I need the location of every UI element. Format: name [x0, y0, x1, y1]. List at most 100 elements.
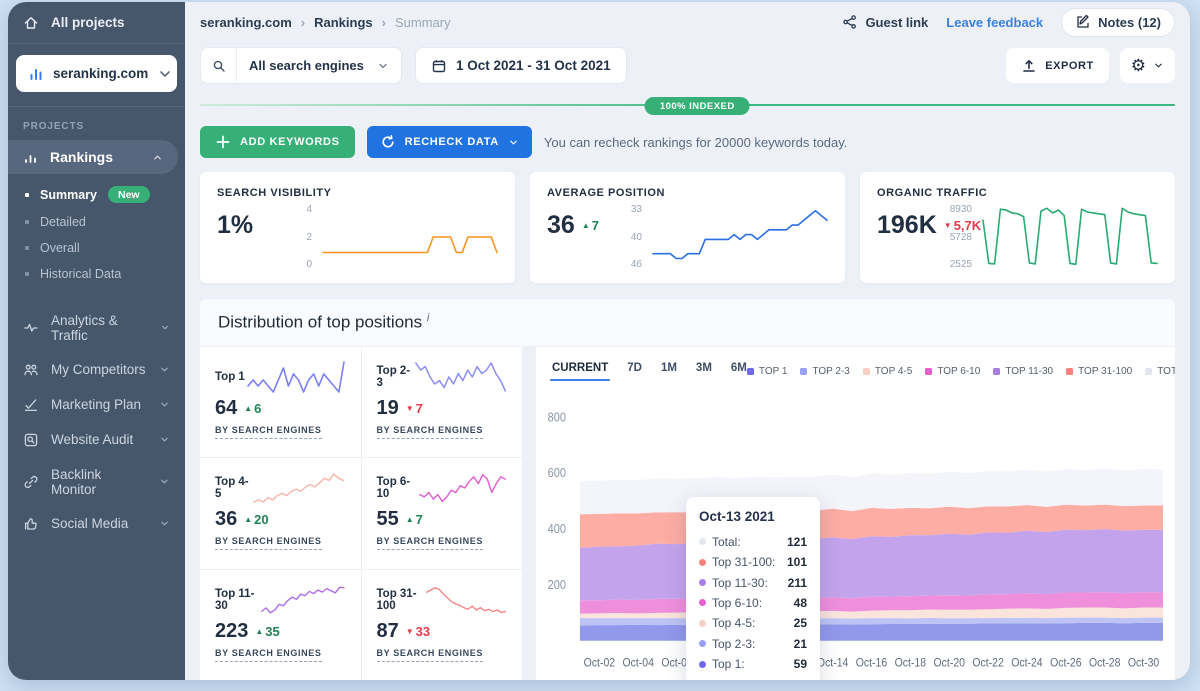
stacked-area-chart[interactable]: 200400600800Oct-02Oct-04Oct-06Oct-08Oct-… — [536, 387, 1175, 680]
chart-legend: TOP 1 TOP 2-3 TOP 4-5 TOP 6-10 TOP 11-30… — [747, 366, 1175, 377]
sidebar-subitem-summary[interactable]: Summary New — [8, 180, 185, 209]
sidebar-item-marketing-plan[interactable]: Marketing Plan — [8, 387, 185, 422]
tooltip-row-value: 21 — [794, 637, 807, 651]
metric-chart: 334046 — [615, 204, 829, 270]
chevron-down-icon — [159, 399, 170, 410]
bullet-icon — [25, 246, 29, 250]
sparkline — [414, 360, 507, 394]
sidebar: All projects seranking.com PROJECTS Rank… — [8, 2, 185, 680]
bullet-icon — [25, 272, 29, 276]
guest-link-button[interactable]: Guest link — [842, 14, 928, 30]
project-select[interactable]: seranking.com — [16, 55, 177, 92]
distribution-header: Distribution of top positions i — [200, 299, 1175, 347]
mini-card-top-11-30: Top 11-30 223 ▲35 BY SEARCH ENGINES — [200, 570, 362, 680]
sparkline — [321, 204, 499, 270]
tooltip-row: Top 2-3: 21 — [699, 634, 807, 654]
arrow-down-icon: ▼ — [406, 627, 414, 636]
info-icon[interactable]: i — [427, 312, 429, 324]
sidebar-item-my-competitors[interactable]: My Competitors — [8, 352, 185, 387]
sidebar-item-rankings[interactable]: Rankings — [8, 140, 178, 174]
legend-item-top-1[interactable]: TOP 1 — [747, 366, 788, 377]
svg-text:Oct-30: Oct-30 — [1128, 656, 1159, 669]
by-search-engines-link[interactable]: BY SEARCH ENGINES — [215, 536, 322, 550]
chevron-up-icon — [152, 152, 163, 163]
sidebar-subitem-detailed[interactable]: Detailed — [8, 209, 185, 235]
legend-item-top-2-3[interactable]: TOP 2-3 — [800, 366, 849, 377]
metric-yticks: 420 — [285, 204, 321, 270]
tooltip-row-label: Top 1: — [712, 657, 745, 671]
sidebar-item-social-media[interactable]: Social Media — [8, 506, 185, 541]
legend-item-top-4-5[interactable]: TOP 4-5 — [863, 366, 912, 377]
leave-feedback-link[interactable]: Leave feedback — [946, 15, 1043, 30]
search-icon — [211, 58, 227, 74]
tab-3m[interactable]: 3M — [696, 362, 712, 381]
recheck-data-button[interactable]: RECHECK DATA — [367, 126, 532, 158]
tooltip-dot-icon — [699, 620, 706, 627]
svg-text:600: 600 — [548, 465, 567, 480]
tooltip-dot-icon — [699, 538, 706, 545]
tab-6m[interactable]: 6M — [731, 362, 747, 381]
controls-row: All search engines 1 Oct 2021 - 31 Oct 2… — [200, 47, 1175, 84]
search-engines-select[interactable]: All search engines — [200, 47, 402, 84]
sidebar-subitem-overall[interactable]: Overall — [8, 235, 185, 261]
sidebar-item-website-audit[interactable]: Website Audit — [8, 422, 185, 457]
export-button[interactable]: EXPORT — [1006, 48, 1109, 83]
date-range-picker[interactable]: 1 Oct 2021 - 31 Oct 2021 — [415, 47, 627, 84]
rankings-submenu: Summary New Detailed Overall Historical … — [8, 174, 185, 291]
mini-card-delta: ▼7 — [406, 401, 423, 416]
legend-swatch-icon — [925, 368, 932, 375]
mini-card-top-1: Top 1 64 ▲6 BY SEARCH ENGINES — [200, 347, 362, 457]
sidebar-item-backlink-monitor[interactable]: Backlink Monitor — [8, 457, 185, 506]
recheck-data-label: RECHECK DATA — [405, 136, 499, 148]
svg-text:400: 400 — [548, 521, 567, 536]
legend-item-top-6-10[interactable]: TOP 6-10 — [925, 366, 980, 377]
tab-7d[interactable]: 7D — [627, 362, 642, 381]
chart-area[interactable]: 200400600800Oct-02Oct-04Oct-06Oct-08Oct-… — [536, 387, 1175, 680]
legend-item-top-31-100[interactable]: TOP 31-100 — [1066, 366, 1132, 377]
refresh-icon — [380, 134, 396, 150]
sidebar-item-analytics-traffic[interactable]: Analytics & Traffic — [8, 303, 185, 352]
arrow-up-icon: ▲ — [582, 221, 590, 230]
nav-item-label: My Competitors — [51, 362, 146, 377]
tooltip-row-label: Top 6-10: — [712, 596, 762, 610]
distribution-section: Distribution of top positions i Top 1 64… — [200, 299, 1175, 680]
by-search-engines-link[interactable]: BY SEARCH ENGINES — [215, 648, 322, 662]
nav-item-label: Analytics & Traffic — [51, 313, 148, 343]
by-search-engines-link[interactable]: BY SEARCH ENGINES — [215, 425, 322, 439]
chevron-down-icon — [1153, 60, 1164, 71]
add-keywords-button[interactable]: ADD KEYWORDS — [200, 126, 355, 158]
breadcrumb-seranking.com[interactable]: seranking.com — [200, 15, 292, 30]
legend-swatch-icon — [800, 368, 807, 375]
settings-button[interactable]: ⚙ — [1120, 48, 1175, 83]
sidebar-item-all-projects[interactable]: All projects — [8, 2, 185, 44]
tab-current[interactable]: CURRENT — [552, 362, 608, 381]
metric-card-organic-traffic: ORGANIC TRAFFIC 196K ▼5,7K 893057282525 — [860, 172, 1175, 283]
tooltip-row: Top 11-30: 211 — [699, 572, 807, 592]
notes-button[interactable]: Notes (12) — [1061, 8, 1175, 37]
svg-text:Oct-18: Oct-18 — [895, 656, 926, 669]
distribution-mini-cards: Top 1 64 ▲6 BY SEARCH ENGINES Top 2-3 19… — [200, 347, 522, 680]
by-search-engines-link[interactable]: BY SEARCH ENGINES — [377, 648, 484, 662]
project-chart-icon — [28, 66, 44, 82]
share-icon — [842, 14, 858, 30]
by-search-engines-link[interactable]: BY SEARCH ENGINES — [377, 425, 484, 439]
mini-card-delta: ▲35 — [255, 624, 279, 639]
tooltip-row-label: Top 4-5: — [712, 616, 755, 630]
svg-text:Oct-24: Oct-24 — [1011, 656, 1042, 669]
legend-item-total[interactable]: TOTAL — [1145, 366, 1175, 377]
by-search-engines-link[interactable]: BY SEARCH ENGINES — [377, 536, 484, 550]
search-icon-box[interactable] — [201, 48, 237, 83]
chevron-down-icon — [508, 137, 519, 148]
sidebar-subitem-historical-data[interactable]: Historical Data — [8, 261, 185, 287]
tooltip-dot-icon — [699, 599, 706, 606]
mini-card-label: Top 31-100 — [377, 588, 426, 612]
metric-yticks: 893057282525 — [945, 204, 981, 270]
mini-card-delta: ▲7 — [406, 512, 423, 527]
legend-item-top-11-30[interactable]: TOP 11-30 — [993, 366, 1053, 377]
breadcrumb-rankings[interactable]: Rankings — [314, 15, 373, 30]
tab-1m[interactable]: 1M — [661, 362, 677, 381]
subitem-label: Summary — [40, 188, 97, 202]
tooltip-row-label: Top 11-30: — [712, 576, 768, 590]
arrow-down-icon: ▼ — [406, 404, 414, 413]
note-edit-icon — [1075, 14, 1091, 30]
